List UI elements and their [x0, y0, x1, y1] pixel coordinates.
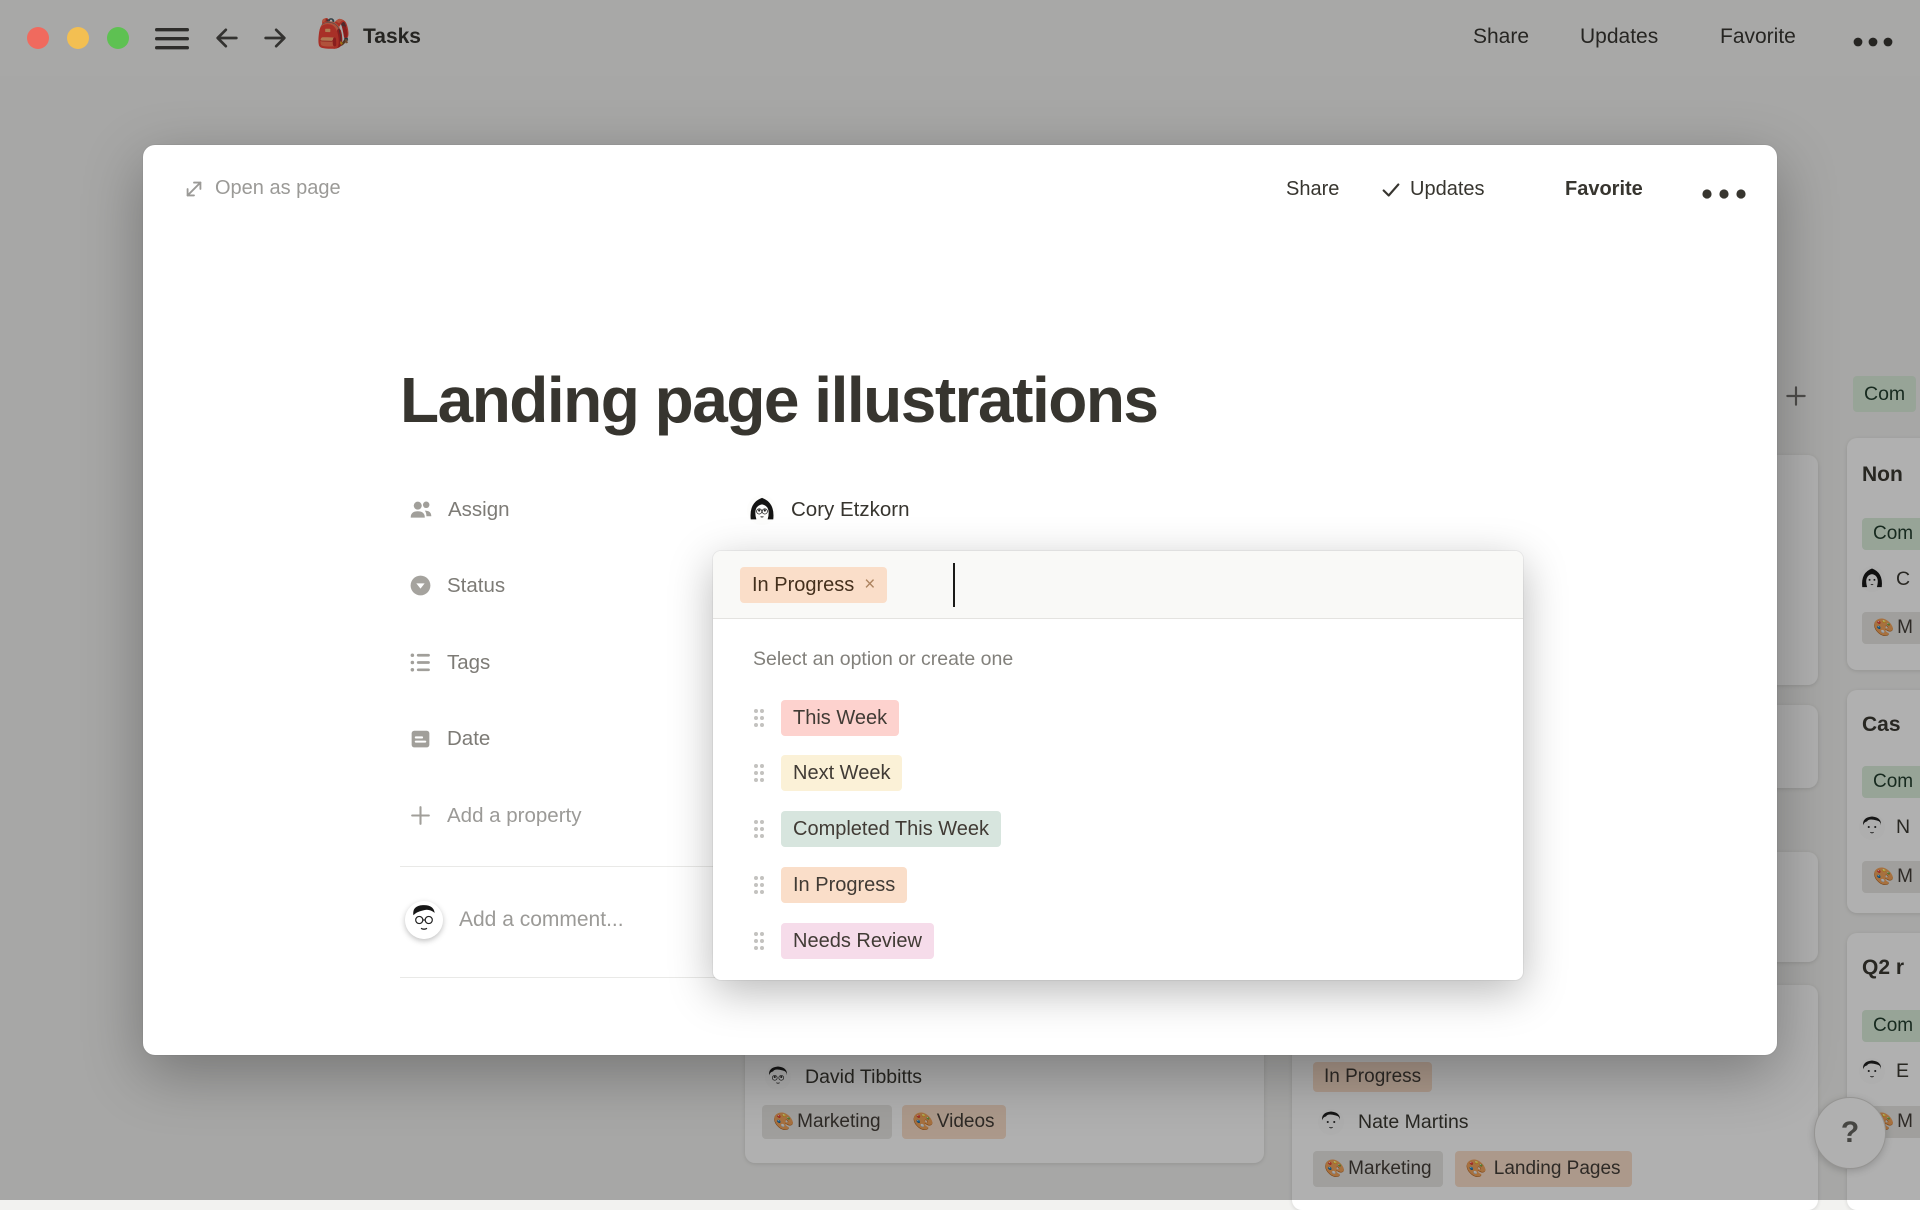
property-label: Assign: [448, 498, 510, 521]
open-as-page-label: Open as page: [215, 177, 341, 199]
option-label: This Week: [793, 706, 888, 729]
add-property-label: Add a property: [447, 803, 582, 827]
property-label: Status: [447, 573, 506, 597]
remove-tag-icon[interactable]: ×: [864, 574, 875, 596]
assign-value[interactable]: Cory Etzkorn: [747, 495, 909, 525]
plus-icon: [411, 806, 430, 825]
text-cursor: [953, 563, 955, 607]
modal-share-button[interactable]: Share: [1286, 178, 1339, 201]
property-date[interactable]: Date: [408, 726, 490, 751]
modal-more-icon[interactable]: [1701, 187, 1747, 205]
status-option-next-week[interactable]: Next Week: [713, 750, 1523, 796]
drag-handle-icon[interactable]: [751, 929, 767, 953]
option-label: Completed This Week: [793, 817, 990, 840]
add-property-button[interactable]: Add a property: [408, 803, 581, 828]
open-as-page-button[interactable]: Open as page: [183, 177, 341, 200]
status-option-needs-review[interactable]: Needs Review: [713, 918, 1523, 964]
expand-icon: [186, 181, 202, 196]
page-title[interactable]: Landing page illustrations: [400, 363, 1159, 437]
drag-handle-icon[interactable]: [751, 706, 767, 730]
modal-updates-button[interactable]: Updates: [1380, 178, 1485, 201]
drag-handle-icon[interactable]: [751, 873, 767, 897]
drag-handle-icon[interactable]: [751, 761, 767, 785]
option-label: In Progress: [793, 873, 896, 896]
check-icon: [1382, 182, 1400, 197]
close-window-button[interactable]: [27, 27, 49, 49]
property-tags[interactable]: Tags: [408, 650, 490, 675]
status-dropdown-panel: In Progress × Select an option or create…: [713, 551, 1523, 980]
list-icon: [410, 653, 430, 672]
zoom-window-button[interactable]: [107, 27, 129, 49]
minimize-window-button[interactable]: [67, 27, 89, 49]
modal-favorite-button[interactable]: Favorite: [1565, 178, 1643, 201]
avatar: [747, 495, 777, 525]
avatar: [405, 901, 443, 939]
selected-status-label: In Progress: [752, 573, 855, 596]
status-option-completed-this-week[interactable]: Completed This Week: [713, 806, 1523, 852]
property-assign[interactable]: Assign: [408, 497, 510, 523]
status-tag-input[interactable]: In Progress ×: [713, 551, 1523, 619]
status-option-in-progress[interactable]: In Progress: [713, 862, 1523, 908]
property-label: Tags: [447, 650, 491, 674]
status-dropdown-icon: [410, 575, 431, 596]
selected-status-tag[interactable]: In Progress ×: [740, 567, 888, 603]
property-label: Date: [447, 726, 491, 750]
option-label: Needs Review: [793, 929, 922, 952]
option-label: Next Week: [793, 761, 891, 784]
calendar-icon: [411, 730, 430, 748]
drag-handle-icon[interactable]: [751, 817, 767, 841]
add-comment-placeholder: Add a comment...: [459, 908, 624, 931]
assignee-name: Cory Etzkorn: [791, 498, 910, 521]
status-option-this-week[interactable]: This Week: [713, 695, 1523, 741]
dropdown-hint: Select an option or create one: [753, 648, 1014, 670]
property-status[interactable]: Status: [408, 573, 505, 598]
people-icon: [410, 501, 432, 518]
add-comment-row[interactable]: Add a comment...: [405, 901, 624, 939]
